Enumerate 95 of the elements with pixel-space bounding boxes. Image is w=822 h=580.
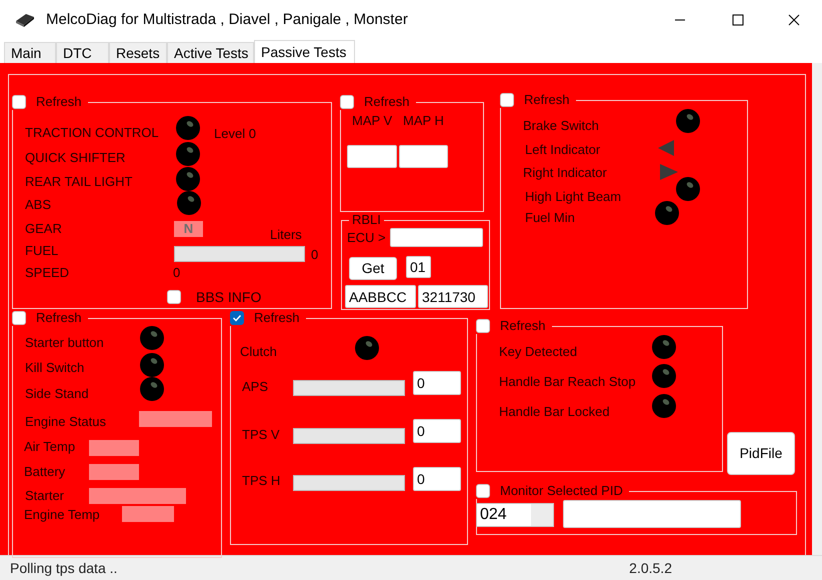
gear-value: N bbox=[174, 221, 203, 237]
indicator-light-icon bbox=[655, 201, 679, 225]
indicator-light-icon bbox=[176, 167, 200, 191]
indicator-light-icon bbox=[140, 326, 164, 350]
tab[interactable]: Active Tests bbox=[167, 42, 254, 63]
pid-file-button[interactable]: PidFile bbox=[727, 432, 795, 475]
indicator-light-icon bbox=[176, 142, 200, 166]
window-title: MelcoDiag for Multistrada , Diavel , Panigale , Monster bbox=[46, 10, 408, 30]
clutch-label: Clutch bbox=[240, 344, 277, 360]
light-label: Fuel Min bbox=[525, 210, 575, 226]
checkbox[interactable] bbox=[230, 311, 244, 325]
indicator-light-icon bbox=[652, 335, 676, 359]
indicator-light-icon bbox=[176, 116, 200, 140]
checkbox[interactable] bbox=[476, 484, 490, 498]
sensor-value-field[interactable]: 0 bbox=[413, 371, 461, 395]
light-label: REAR TAIL LIGHT bbox=[25, 174, 132, 190]
right-arrow-icon bbox=[660, 164, 678, 180]
input-field[interactable] bbox=[399, 145, 448, 168]
light-label: Brake Switch bbox=[523, 118, 599, 134]
checkbox[interactable] bbox=[12, 95, 26, 109]
light-label: High Light Beam bbox=[525, 189, 622, 205]
code-field[interactable]: AABBCC bbox=[345, 285, 416, 308]
ecu-label: ECU > bbox=[347, 230, 386, 246]
app-logo-icon bbox=[14, 12, 36, 28]
checkbox[interactable] bbox=[12, 311, 26, 325]
tab[interactable]: Main bbox=[4, 42, 56, 63]
version-label: 2.0.5.2 bbox=[629, 558, 672, 578]
refresh-label: Refresh bbox=[500, 318, 546, 334]
indicator-light-icon bbox=[676, 177, 700, 201]
map-h-label: MAP H bbox=[403, 113, 444, 129]
indicator-light-icon bbox=[177, 191, 201, 215]
tab[interactable]: Passive Tests bbox=[254, 40, 355, 63]
checkbox[interactable] bbox=[476, 319, 490, 333]
light-label: Handle Bar Locked bbox=[499, 404, 610, 420]
light-label: QUICK SHIFTER bbox=[25, 150, 126, 166]
readout-box bbox=[122, 506, 174, 522]
monitor-label: Monitor Selected PID bbox=[500, 483, 623, 499]
indicator-light-icon bbox=[355, 336, 379, 360]
tab[interactable]: Resets bbox=[109, 42, 167, 63]
pid-combo-box[interactable]: 024 bbox=[476, 503, 554, 527]
fuel-reading: 0 bbox=[311, 247, 318, 263]
switch-label: Starter button bbox=[25, 335, 104, 351]
bbs-info-label: BBS INFO bbox=[196, 289, 262, 305]
input-field[interactable] bbox=[563, 500, 741, 528]
fuel-label: FUEL bbox=[25, 243, 58, 259]
indicator-light-icon bbox=[652, 394, 676, 418]
readout-label: Engine Status bbox=[25, 414, 106, 430]
speed-reading: 0 bbox=[173, 265, 180, 281]
map-v-label: MAP V bbox=[352, 113, 392, 129]
readout-label: Air Temp bbox=[24, 439, 76, 455]
readout-label: Battery bbox=[24, 464, 66, 480]
indicator-light-icon bbox=[652, 364, 676, 388]
readout-label: Engine Temp bbox=[24, 507, 100, 523]
sensor-value-field[interactable]: 0 bbox=[413, 419, 461, 443]
light-label: TRACTION CONTROL bbox=[25, 125, 159, 141]
refresh-label: Refresh bbox=[254, 310, 300, 326]
close-icon[interactable] bbox=[788, 14, 800, 26]
readout-box bbox=[89, 440, 139, 456]
checkbox[interactable] bbox=[500, 93, 514, 107]
gear-label: GEAR bbox=[25, 221, 62, 237]
light-label: Right Indicator bbox=[523, 165, 607, 181]
fuel-unit: Liters bbox=[270, 227, 302, 243]
ecu-field[interactable] bbox=[390, 228, 483, 247]
refresh-label: Refresh bbox=[36, 94, 82, 110]
switch-label: Side Stand bbox=[25, 386, 89, 402]
sensor-label: TPS H bbox=[242, 473, 280, 489]
checkbox[interactable] bbox=[167, 290, 181, 304]
refresh-label: Refresh bbox=[364, 94, 410, 110]
check-icon bbox=[232, 313, 242, 323]
sensor-value-field[interactable]: 0 bbox=[413, 467, 461, 491]
tab[interactable]: DTC bbox=[56, 42, 109, 63]
input-field[interactable] bbox=[347, 145, 397, 168]
indicator-light-icon bbox=[140, 353, 164, 377]
get-button[interactable]: Get bbox=[349, 257, 397, 280]
light-label: Handle Bar Reach Stop bbox=[499, 374, 636, 390]
left-arrow-icon bbox=[658, 140, 676, 156]
refresh-label: Refresh bbox=[524, 92, 570, 108]
sensor-label: APS bbox=[242, 379, 268, 395]
maximize-icon[interactable] bbox=[732, 14, 744, 26]
light-label: ABS bbox=[25, 197, 52, 213]
readout-box bbox=[89, 464, 139, 480]
indicator-light-icon bbox=[140, 377, 164, 401]
light-label: Left Indicator bbox=[525, 142, 600, 158]
status-message: Polling tps data .. bbox=[10, 558, 118, 578]
readout-label: Starter bbox=[25, 488, 64, 504]
checkbox[interactable] bbox=[340, 95, 354, 109]
index-field[interactable]: 01 bbox=[406, 256, 431, 278]
number-field[interactable]: 3211730 bbox=[418, 285, 488, 308]
indicator-light-icon bbox=[676, 109, 700, 133]
sensor-label: TPS V bbox=[242, 427, 280, 443]
level-reading: Level 0 bbox=[214, 126, 256, 142]
light-label: Key Detected bbox=[499, 344, 578, 360]
speed-label: SPEED bbox=[25, 265, 70, 281]
switch-label: Kill Switch bbox=[25, 360, 84, 376]
refresh-label: Refresh bbox=[36, 310, 82, 326]
